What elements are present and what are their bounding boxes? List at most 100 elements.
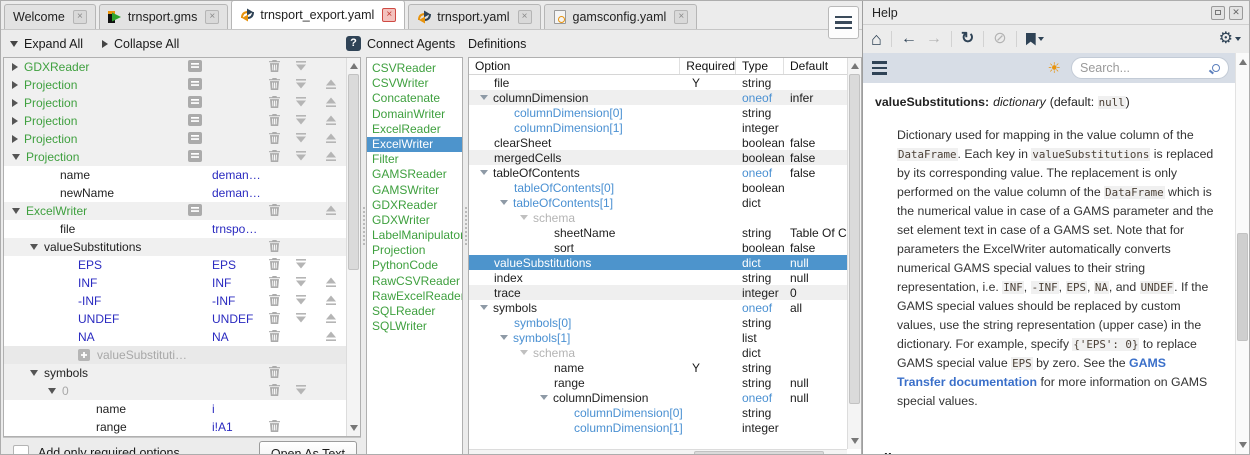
tab-trnsport-gms[interactable]: trnsport.gms×	[99, 4, 228, 29]
column-header-option[interactable]: Option	[469, 58, 680, 74]
option-row-symbols-0[interactable]: symbols[0]string	[469, 315, 847, 330]
move-down-icon[interactable]	[295, 60, 307, 74]
collapse-arrow-icon[interactable]	[500, 335, 508, 340]
delete-trash-icon[interactable]	[269, 132, 280, 147]
splitter-handle[interactable]	[361, 57, 366, 455]
agent-item-gdxwriter[interactable]: GDXWriter	[367, 213, 462, 228]
delete-trash-icon[interactable]	[269, 384, 280, 399]
delete-trash-icon[interactable]	[269, 240, 280, 255]
config-value[interactable]: INF	[212, 276, 262, 290]
forward-icon[interactable]: →	[926, 31, 942, 47]
collapse-arrow-icon[interactable]	[48, 388, 56, 394]
agent-item-labelmanipulator[interactable]: LabelManipulator	[367, 228, 462, 243]
move-up-icon[interactable]	[325, 294, 337, 308]
option-name[interactable]: tableOfContents[1]	[513, 196, 613, 210]
scroll-down-icon[interactable]	[347, 421, 360, 435]
move-down-icon[interactable]	[295, 294, 307, 308]
open-as-text-button[interactable]: Open As Text	[259, 441, 357, 455]
option-row-mergedcells[interactable]: mergedCellsbooleanfalse	[469, 150, 847, 165]
option-row-sort[interactable]: sortbooleanfalse	[469, 240, 847, 255]
tab-close-icon[interactable]: ×	[518, 10, 532, 24]
agent-item-sqlreader[interactable]: SQLReader	[367, 304, 462, 319]
agent-item-sqlwriter[interactable]: SQLWriter	[367, 319, 462, 334]
float-panel-icon[interactable]	[1211, 6, 1225, 20]
config-value[interactable]: EPS	[212, 258, 262, 272]
delete-trash-icon[interactable]	[269, 258, 280, 273]
help-search-input[interactable]	[1080, 61, 1206, 75]
option-row-tableofcontents-1[interactable]: tableOfContents[1]dict	[469, 195, 847, 210]
scrollbar-thumb[interactable]	[348, 74, 359, 270]
collapse-arrow-icon[interactable]	[500, 200, 508, 205]
move-down-icon[interactable]	[295, 276, 307, 290]
scroll-up-icon[interactable]	[848, 59, 861, 73]
collapse-arrow-icon[interactable]	[12, 154, 20, 160]
config-value[interactable]: i	[212, 402, 262, 416]
form-edit-icon[interactable]	[188, 114, 202, 129]
expand-arrow-icon[interactable]	[12, 81, 18, 89]
delete-trash-icon[interactable]	[269, 420, 280, 435]
option-name[interactable]: symbols[0]	[514, 316, 571, 330]
collapse-arrow-icon[interactable]	[480, 95, 488, 100]
agent-item-filter[interactable]: Filter	[367, 152, 462, 167]
back-icon[interactable]: ←	[901, 31, 917, 47]
delete-trash-icon[interactable]	[269, 312, 280, 327]
move-up-icon[interactable]	[325, 204, 337, 218]
option-name[interactable]: tableOfContents[0]	[514, 181, 614, 195]
agent-item-excelwriter[interactable]: ExcelWriter	[367, 137, 462, 152]
scrollbar-thumb[interactable]	[849, 74, 860, 404]
help-scrollbar[interactable]	[1235, 53, 1249, 454]
move-up-icon[interactable]	[325, 312, 337, 326]
config-value[interactable]: UNDEF	[212, 312, 262, 326]
agent-item-csvwriter[interactable]: CSVWriter	[367, 76, 462, 91]
delete-trash-icon[interactable]	[269, 330, 280, 345]
expand-arrow-icon[interactable]	[12, 135, 18, 143]
move-down-icon[interactable]	[295, 78, 307, 92]
agent-item-projection[interactable]: Projection	[367, 243, 462, 258]
gear-icon[interactable]: ⚙	[1219, 31, 1233, 47]
delete-trash-icon[interactable]	[269, 150, 280, 165]
stop-icon[interactable]: ⊘	[993, 31, 1006, 47]
collapse-arrow-icon[interactable]	[520, 215, 528, 220]
config-value[interactable]: deman…	[212, 186, 262, 200]
definitions-section[interactable]: Definitions	[468, 30, 526, 57]
options-vertical-scrollbar[interactable]	[847, 58, 861, 449]
config-value[interactable]: -INF	[212, 294, 262, 308]
agent-item-domainwriter[interactable]: DomainWriter	[367, 107, 462, 122]
option-row-file[interactable]: fileYstring	[469, 75, 847, 90]
help-settings-menu[interactable]: ⚙	[1219, 31, 1241, 47]
config-tree-scrollbar[interactable]	[346, 58, 360, 436]
scroll-up-icon[interactable]	[347, 59, 360, 73]
scroll-down-icon[interactable]	[848, 434, 861, 448]
option-row-symbols-1[interactable]: symbols[1]list	[469, 330, 847, 345]
move-down-icon[interactable]	[295, 132, 307, 146]
option-name[interactable]: columnDimension[1]	[574, 421, 683, 435]
move-down-icon[interactable]	[295, 114, 307, 128]
option-row-tableofcontents[interactable]: tableOfContentsoneoffalse	[469, 165, 847, 180]
option-row-schema[interactable]: schemadict	[469, 345, 847, 360]
agent-item-rawcsvreader[interactable]: RawCSVReader	[367, 274, 462, 289]
collapse-arrow-icon[interactable]	[30, 244, 38, 250]
collapse-all-button[interactable]: Collapse All	[102, 30, 179, 57]
config-value[interactable]: NA	[212, 330, 262, 344]
agent-item-gdxreader[interactable]: GDXReader	[367, 198, 462, 213]
scrollbar-thumb[interactable]	[1237, 233, 1248, 341]
agent-item-csvreader[interactable]: CSVReader	[367, 61, 462, 76]
reload-icon[interactable]: ↻	[961, 31, 974, 47]
agent-item-rawexcelreader[interactable]: RawExcelReader	[367, 289, 462, 304]
search-icon[interactable]	[1212, 64, 1220, 72]
option-row-sheetname[interactable]: sheetNamestringTable Of C	[469, 225, 847, 240]
tab-close-icon[interactable]: ×	[73, 10, 87, 24]
option-row-columndimension-1[interactable]: columnDimension[1]integer	[469, 420, 847, 435]
option-row-index[interactable]: indexstringnull	[469, 270, 847, 285]
delete-trash-icon[interactable]	[269, 114, 280, 129]
form-edit-icon[interactable]	[188, 78, 202, 93]
option-name[interactable]: columnDimension[0]	[514, 106, 623, 120]
form-edit-icon[interactable]	[188, 132, 202, 147]
collapse-arrow-icon[interactable]	[480, 170, 488, 175]
option-row-columndimension-1[interactable]: columnDimension[1]integer	[469, 120, 847, 135]
option-row-columndimension-0[interactable]: columnDimension[0]string	[469, 105, 847, 120]
move-down-icon[interactable]	[295, 150, 307, 164]
move-up-icon[interactable]	[325, 114, 337, 128]
option-name[interactable]: columnDimension[1]	[514, 121, 623, 135]
delete-trash-icon[interactable]	[269, 78, 280, 93]
